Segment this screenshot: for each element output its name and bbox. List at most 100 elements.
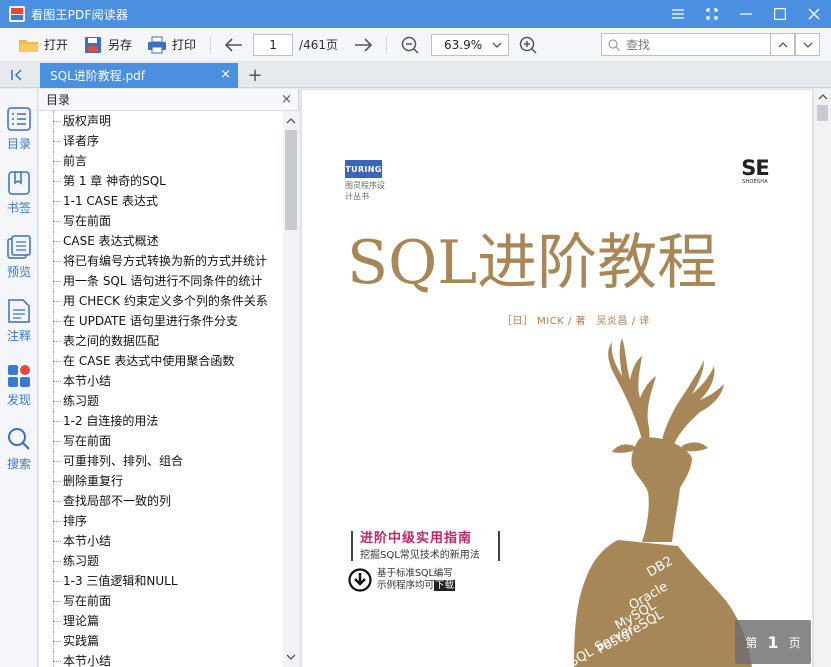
next-page-button[interactable] <box>350 32 376 58</box>
page-number-input[interactable] <box>253 33 294 56</box>
maximize-button[interactable] <box>763 0 797 28</box>
open-label: 打开 <box>44 38 69 52</box>
outline-item[interactable]: 版权声明 <box>39 111 283 131</box>
outline-panel: 目录 × 版权声明 译者序 前言第 1 章 神奇的SQL 1-1 CASE 表达式 写在… <box>39 89 299 667</box>
outline-item[interactable]: 本节小结 <box>39 531 283 551</box>
outline-item[interactable]: 实践篇 <box>39 631 283 651</box>
save-as-button[interactable]: 另存 <box>78 32 136 58</box>
pdf-page: TURING 图灵程序设计丛书 SE SHOESHA SQL进阶教程 ［日］ M… <box>302 90 812 667</box>
print-label: 打印 <box>172 38 197 52</box>
collapse-sidebar-button[interactable] <box>8 67 28 83</box>
download-line-2: 示例程序均可下载 <box>377 580 456 592</box>
title-bar: 看图王PDF阅读器 <box>0 0 831 28</box>
outline-header: 目录 × <box>39 89 298 111</box>
outline-item[interactable]: 写在前面 <box>39 431 283 451</box>
outline-item[interactable]: 练习题 <box>39 551 283 571</box>
outline-item[interactable]: 用 CHECK 约束定义多个列的条件关系 <box>39 291 283 311</box>
rail-item-search[interactable]: 搜索 <box>0 425 38 481</box>
annotation-icon <box>6 297 32 325</box>
book-tagline: 进阶中级实用指南 <box>360 531 473 546</box>
download-line-2-text: 示例程序均可 <box>377 580 435 591</box>
close-panel-button[interactable]: × <box>281 92 292 107</box>
outline-item[interactable]: 表之间的数据匹配 <box>39 331 283 351</box>
print-button[interactable]: 打印 <box>142 32 200 58</box>
scroll-down-icon[interactable] <box>283 649 299 665</box>
menu-icon[interactable] <box>661 0 695 28</box>
rail-item-preview[interactable]: 预览 <box>0 233 38 289</box>
search-icon <box>6 425 32 453</box>
new-tab-button[interactable]: + <box>246 65 264 86</box>
previous-page-button[interactable] <box>221 32 247 58</box>
minimize-button[interactable] <box>729 0 763 28</box>
search-previous-button[interactable] <box>770 33 795 56</box>
rail-item-annotation[interactable]: 注释 <box>0 297 38 353</box>
outline-item[interactable]: 排序 <box>39 511 283 531</box>
folder-icon <box>18 34 40 56</box>
download-note: 基于标准SQL编写 示例程序均可下载 <box>377 568 456 592</box>
discover-icon <box>6 361 32 389</box>
document-view[interactable]: TURING 图灵程序设计丛书 SE SHOESHA SQL进阶教程 ［日］ M… <box>300 89 831 667</box>
outline-item[interactable]: 译者序 <box>39 131 283 151</box>
search-box[interactable] <box>601 33 771 56</box>
rail-item-bookmark[interactable]: 书签 <box>0 169 38 225</box>
rail-label: 发现 <box>6 393 31 407</box>
outline-item[interactable]: 理论篇 <box>39 611 283 631</box>
zoom-select[interactable]: 63.9% <box>431 33 509 56</box>
outline-item[interactable]: 将已有编号方式转换为新的方式并统计 <box>39 251 283 271</box>
scrollbar-thumb[interactable] <box>285 130 297 230</box>
search-next-button[interactable] <box>795 33 820 56</box>
window-controls <box>661 0 831 28</box>
outline-item[interactable]: 写在前面 <box>39 591 283 611</box>
toolbar-divider <box>210 35 212 54</box>
scroll-up-icon[interactable] <box>815 89 831 105</box>
page-indicator: 第 1 页 <box>735 620 811 664</box>
fullscreen-icon[interactable] <box>695 0 729 28</box>
download-word: 下载 <box>434 580 456 591</box>
zoom-value: 63.9% <box>444 37 483 52</box>
outline-item[interactable]: 用一条 SQL 语句进行不同条件的统计 <box>39 271 283 291</box>
outline-item[interactable]: CASE 表达式概述 <box>39 231 283 251</box>
save-icon <box>82 34 104 56</box>
outline-item[interactable]: 写在前面 <box>39 211 283 231</box>
series-name: 图灵程序设计丛书 <box>345 181 385 201</box>
rail-item-discover[interactable]: 发现 <box>0 361 38 417</box>
close-window-button[interactable] <box>797 0 831 28</box>
outline-item[interactable]: 1-3 三值逻辑和NULL <box>39 571 283 591</box>
tab-document[interactable]: SQL进阶教程.pdf × <box>40 63 238 88</box>
imprint-logo: SE SHOESHA <box>738 157 772 186</box>
app-logo-icon <box>9 6 25 22</box>
outline-item[interactable]: 练习题 <box>39 391 283 411</box>
rail-item-outline[interactable]: 目录 <box>0 105 38 161</box>
close-tab-button[interactable]: × <box>220 68 231 82</box>
imprint-logo-text: SE <box>741 156 770 180</box>
book-title: SQL进阶教程 <box>347 228 718 298</box>
outline-item[interactable]: 本节小结 <box>39 371 283 391</box>
search-input[interactable] <box>626 37 766 52</box>
outline-item[interactable]: 查找局部不一致的列 <box>39 491 283 511</box>
outline-item[interactable]: 在 UPDATE 语句里进行条件分支 <box>39 311 283 331</box>
rail-label: 目录 <box>6 137 31 151</box>
outline-scrollbar[interactable] <box>283 111 299 667</box>
rail-label: 搜索 <box>6 457 31 471</box>
outline-item[interactable]: 本节小结 <box>39 651 283 667</box>
zoom-out-button[interactable] <box>397 32 423 58</box>
bookmark-icon <box>6 169 32 197</box>
scroll-up-icon[interactable] <box>283 113 299 129</box>
outline-item[interactable]: 1-2 自连接的用法 <box>39 411 283 431</box>
window-title: 看图王PDF阅读器 <box>31 7 129 22</box>
open-button[interactable]: 打开 <box>14 32 72 58</box>
outline-item[interactable]: 在 CASE 表达式中使用聚合函数 <box>39 351 283 371</box>
outline-item[interactable]: 删除重复行 <box>39 471 283 491</box>
chevron-up-icon <box>778 41 787 47</box>
document-scrollbar[interactable] <box>814 89 831 667</box>
page-indicator-suffix: 页 <box>788 635 801 650</box>
zoom-in-button[interactable] <box>515 32 541 58</box>
outline-item[interactable]: 1-1 CASE 表达式 <box>39 191 283 211</box>
divider-bar <box>351 531 353 561</box>
outline-item[interactable]: 可重排列、排列、组合 <box>39 451 283 471</box>
scrollbar-thumb[interactable] <box>817 105 828 121</box>
total-pages-label: /461页 <box>299 38 338 52</box>
outline-item[interactable]: 前言 <box>39 151 283 171</box>
download-icon <box>348 568 372 592</box>
outline-item[interactable]: 第 1 章 神奇的SQL <box>39 171 283 191</box>
